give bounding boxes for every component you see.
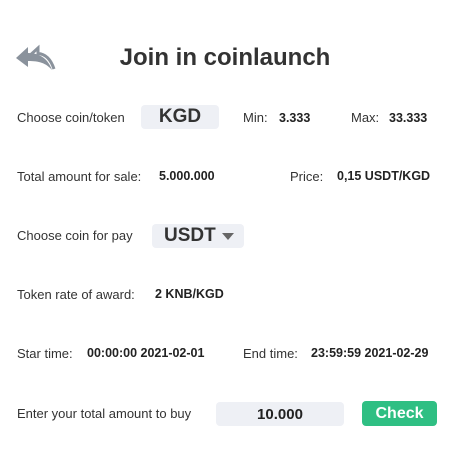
start-time-label: Star time: <box>17 346 73 361</box>
selected-coin-badge: KGD <box>141 105 219 129</box>
choose-coin-label: Choose coin/token <box>17 110 125 125</box>
award-rate-label: Token rate of award: <box>17 287 135 302</box>
pay-coin-dropdown[interactable]: USDT <box>152 224 244 248</box>
page-title: Join in coinlaunch <box>0 44 450 72</box>
max-value: 33.333 <box>389 111 428 125</box>
caret-down-icon <box>222 233 234 240</box>
price-value: 0,15 USDT/KGD <box>337 169 431 183</box>
award-rate-value: 2 KNB/KGD <box>155 287 224 301</box>
total-amount-label: Total amount for sale: <box>17 169 142 184</box>
buy-amount-label: Enter your total amount to buy <box>17 406 192 421</box>
pay-coin-selected: USDT <box>164 225 216 246</box>
page-title-text: Join in coinlaunch <box>119 44 331 71</box>
end-time-label: End time: <box>243 346 298 361</box>
pay-coin-label: Choose coin for pay <box>17 228 133 243</box>
min-label: Min: <box>243 110 268 125</box>
start-time-value: 00:00:00 2021-02-01 <box>87 346 205 360</box>
end-time-value: 23:59:59 2021-02-29 <box>311 346 429 360</box>
total-amount-value: 5.000.000 <box>159 169 215 183</box>
selected-coin-text: KGD <box>158 106 202 127</box>
buy-amount-input[interactable] <box>216 402 344 426</box>
price-label: Price: <box>290 169 324 184</box>
check-button[interactable]: Check <box>362 401 437 426</box>
min-value: 3.333 <box>279 111 311 125</box>
max-label: Max: <box>351 110 380 125</box>
